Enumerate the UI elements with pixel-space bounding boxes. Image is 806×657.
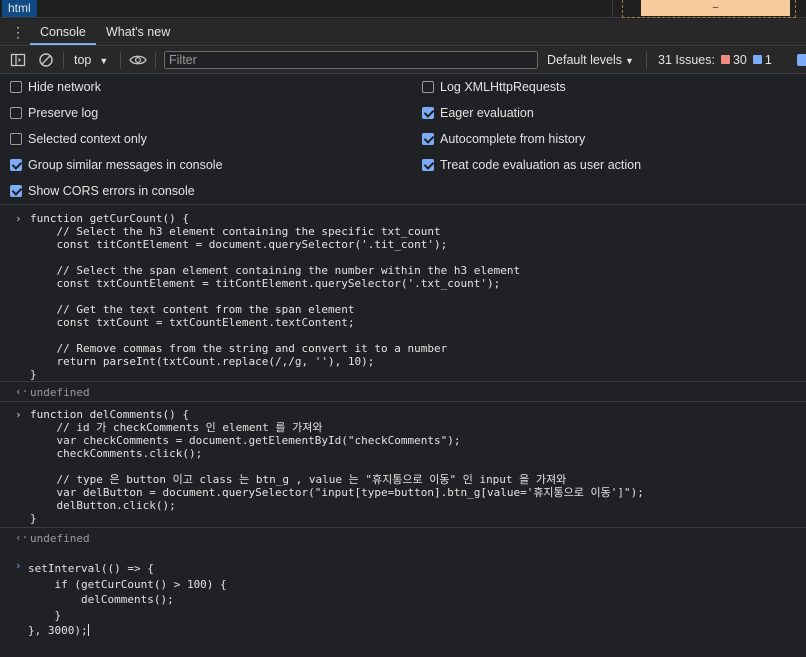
console-input-entry: › function delComments() { // id 가 check…: [0, 402, 806, 528]
elements-strip: html –: [0, 0, 806, 18]
setting-label: Autocomplete from history: [440, 132, 586, 146]
eye-icon[interactable]: [129, 52, 147, 68]
drawer-tab-bar: ⋮ Console What's new: [0, 19, 806, 46]
info-icon: [752, 55, 762, 65]
error-icon: [720, 55, 730, 65]
checkbox[interactable]: [10, 81, 22, 93]
console-result-entry: ‹· undefined: [0, 528, 806, 548]
console-input-entry: › function getCurCount() { // Select the…: [0, 206, 806, 382]
issues-counter[interactable]: 31 Issues: 30 1: [658, 47, 772, 73]
setting-eager-evaluation[interactable]: Eager evaluation: [422, 102, 534, 124]
setting-preserve-log[interactable]: Preserve log: [10, 102, 98, 124]
sidebar-toggle-icon[interactable]: [10, 52, 26, 68]
toolbar-divider: [646, 52, 647, 69]
code-block: function getCurCount() { // Select the h…: [30, 212, 521, 381]
tab-whats-new[interactable]: What's new: [96, 19, 180, 45]
result-value: undefined: [30, 386, 90, 399]
issues-info-count: 1: [764, 53, 772, 67]
toolbar-divider: [155, 52, 156, 69]
text-cursor: [87, 624, 89, 636]
prompt-chevron-icon: ›: [15, 559, 22, 572]
setting-selected-context-only[interactable]: Selected context only: [10, 128, 147, 150]
setting-group-similar[interactable]: Group similar messages in console: [10, 154, 223, 176]
console-toolbar: top▼ Default levels▼ 31 Issues:301: [0, 47, 806, 74]
chevron-right-icon: ›: [15, 212, 22, 225]
context-selector[interactable]: top ▼: [74, 47, 108, 73]
prompt-input[interactable]: setInterval(() => { if (getCurCount() > …: [28, 561, 227, 639]
box-model-content: –: [640, 0, 791, 17]
toolbar-divider: [120, 52, 121, 69]
checkbox[interactable]: [10, 159, 22, 171]
setting-label: Group similar messages in console: [28, 158, 223, 172]
setting-label: Log XMLHttpRequests: [440, 80, 566, 94]
issues-error-count: 30: [732, 53, 747, 67]
console-result-entry: ‹· undefined: [0, 382, 806, 402]
checkbox[interactable]: [422, 81, 434, 93]
checkbox[interactable]: [10, 133, 22, 145]
console-prompt[interactable]: › setInterval(() => { if (getCurCount() …: [0, 556, 806, 657]
checkbox[interactable]: [422, 107, 434, 119]
setting-log-xhr[interactable]: Log XMLHttpRequests: [422, 76, 566, 98]
checkbox[interactable]: [422, 159, 434, 171]
result-value: undefined: [30, 532, 90, 545]
setting-label: Preserve log: [28, 106, 99, 120]
levels-label: Default levels: [547, 53, 623, 67]
console-messages[interactable]: › function getCurCount() { // Select the…: [0, 206, 806, 657]
caret-down-icon: ▼: [625, 56, 634, 66]
divider: [612, 0, 613, 18]
setting-treat-eval-user-action[interactable]: Treat code evaluation as user action: [422, 154, 641, 176]
filter-input[interactable]: [164, 51, 538, 69]
code-block: function delComments() { // id 가 checkCo…: [30, 408, 644, 525]
toolbar-divider: [63, 52, 64, 69]
html-breadcrumb[interactable]: html: [2, 0, 37, 17]
setting-label: Hide network: [28, 80, 101, 94]
checkbox[interactable]: [10, 185, 22, 197]
more-vert-icon[interactable]: ⋮: [10, 24, 26, 40]
checkbox[interactable]: [10, 107, 22, 119]
return-arrow-icon: ‹·: [15, 531, 29, 544]
setting-show-cors-errors[interactable]: Show CORS errors in console: [10, 180, 195, 202]
clear-console-icon[interactable]: [38, 52, 54, 68]
return-arrow-icon: ‹·: [15, 385, 29, 398]
setting-label: Eager evaluation: [440, 106, 534, 120]
prompt-code: setInterval(() => { if (getCurCount() > …: [28, 562, 227, 637]
settings-gear-icon[interactable]: [797, 54, 806, 66]
issues-label: 31 Issues:: [658, 53, 715, 67]
caret-down-icon: ▼: [99, 56, 109, 66]
chevron-right-icon: ›: [15, 408, 22, 421]
log-levels-dropdown[interactable]: Default levels ▼: [547, 47, 634, 73]
setting-label: Show CORS errors in console: [28, 184, 195, 198]
context-label: top: [74, 53, 92, 67]
setting-label: Treat code evaluation as user action: [440, 158, 642, 172]
tab-console[interactable]: Console: [30, 19, 96, 45]
setting-autocomplete-history[interactable]: Autocomplete from history: [422, 128, 585, 150]
setting-label: Selected context only: [28, 132, 147, 146]
setting-hide-network[interactable]: Hide network: [10, 76, 101, 98]
checkbox[interactable]: [422, 133, 434, 145]
console-settings-panel: Hide network Preserve log Selected conte…: [0, 75, 806, 205]
